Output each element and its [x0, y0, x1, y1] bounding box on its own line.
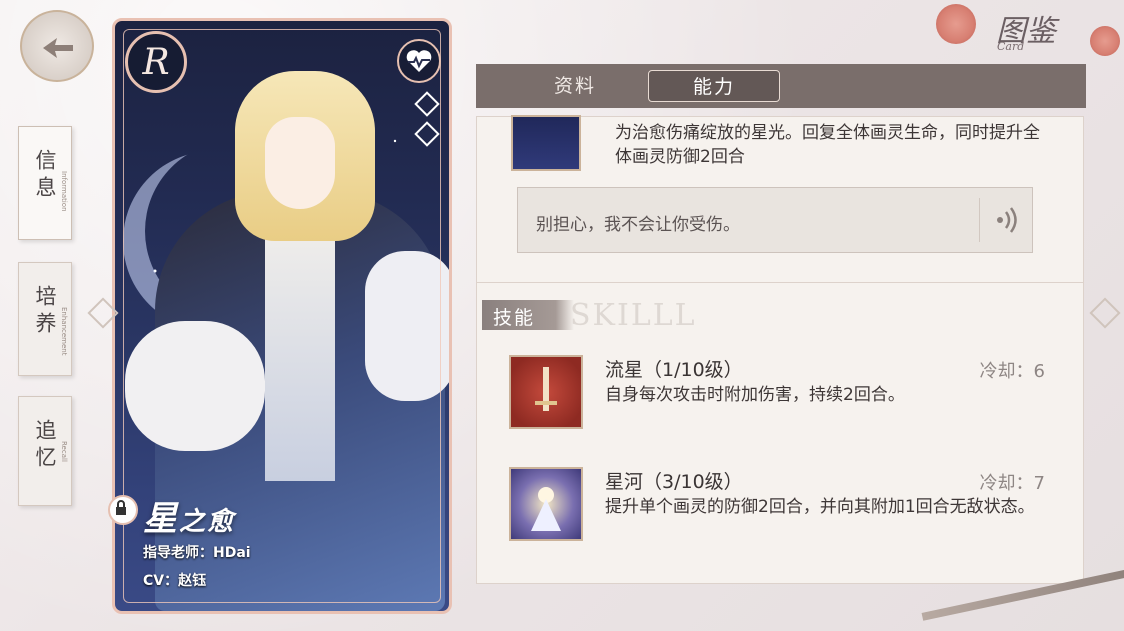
- voice-play-button[interactable]: [979, 198, 1032, 242]
- ultimate-skill-icon: [511, 115, 581, 171]
- back-button[interactable]: [20, 10, 94, 82]
- sidebar-tab-sublabel: Enhancement: [60, 307, 68, 356]
- skill-watermark: SKILLL: [570, 298, 697, 333]
- back-arrow-icon: [43, 38, 73, 58]
- character-sleeve-right: [365, 251, 449, 401]
- rose-decoration: [936, 4, 976, 44]
- skill-desc: 提升单个画灵的防御2回合，并向其附加1回合无敌状态。: [605, 497, 1035, 517]
- tab-profile[interactable]: 资料: [520, 70, 630, 102]
- sidebar-tab-label: 培养: [33, 285, 57, 339]
- character-card[interactable]: R 星之愈 指导老师：HDai CV：赵钰: [112, 18, 452, 614]
- rarity-letter: R: [142, 41, 170, 83]
- sidebar-tab-label: 追忆: [33, 419, 57, 473]
- heart-monitor-icon: [406, 50, 432, 72]
- tab-ability[interactable]: 能力: [648, 70, 780, 102]
- galaxy-skill-icon: [509, 467, 583, 541]
- title-badge: 图鉴 Card: [936, 0, 1124, 72]
- skill-row[interactable]: 流星（1/10级） 冷却：6 自身每次攻击时附加伤害，持续2回合。: [509, 355, 1069, 435]
- character-name-rest: 之愈: [179, 507, 236, 537]
- skill-desc: 自身每次攻击时附加伤害，持续2回合。: [605, 385, 905, 405]
- skill-section-label: 技能: [493, 307, 536, 329]
- skill-cooldown: 冷却：7: [979, 473, 1045, 494]
- skill-cooldown: 冷却：6: [979, 361, 1045, 382]
- character-shirt: [265, 201, 335, 481]
- skill-section-tag: 技能: [482, 300, 574, 330]
- sidebar-tab-sublabel: Information: [60, 171, 68, 212]
- voice-play-icon: [997, 207, 1017, 233]
- skill-row[interactable]: 星河（3/10级） 冷却：7 提升单个画灵的防御2回合，并向其附加1回合无敌状态…: [509, 467, 1069, 547]
- sidebar-tab-label: 信息: [33, 149, 57, 203]
- rarity-badge: R: [125, 31, 187, 93]
- sidebar-tab-enhancement[interactable]: 培养 Enhancement: [18, 262, 72, 376]
- character-name: 星之愈: [143, 491, 235, 540]
- ability-panel: 资料 能力 为治愈伤痛绽放的星光。回复全体画灵生命，同时提升全体画灵防御2回合 …: [476, 64, 1086, 584]
- page-subtitle: Card: [997, 40, 1025, 53]
- ultimate-skill-desc: 为治愈伤痛绽放的星光。回复全体画灵生命，同时提升全体画灵防御2回合: [615, 123, 1040, 167]
- sidebar-tab-sublabel: Recall: [60, 441, 68, 462]
- mentor-credit: 指导老师：HDai: [143, 545, 251, 561]
- skill-name: 流星（1/10级）: [605, 359, 743, 381]
- voice-line-text: 别担心，我不会让你受伤。: [536, 215, 740, 235]
- lock-icon: [116, 500, 126, 515]
- meteor-skill-icon: [509, 355, 583, 429]
- skill-name: 星河（3/10级）: [605, 471, 743, 493]
- character-face: [265, 117, 335, 209]
- character-sleeve-left: [125, 321, 265, 451]
- favorite-button[interactable]: [397, 39, 441, 83]
- sidebar-tab-recall[interactable]: 追忆 Recall: [18, 396, 72, 506]
- tab-bar: 资料 能力: [476, 64, 1086, 108]
- lock-button[interactable]: [108, 495, 138, 525]
- cv-credit: CV：赵钰: [143, 573, 207, 589]
- rose-decoration: [1090, 26, 1120, 56]
- character-name-main: 星: [143, 499, 179, 539]
- voice-line-box[interactable]: 别担心，我不会让你受伤。: [517, 187, 1033, 253]
- sidebar-tab-information[interactable]: 信息 Information: [18, 126, 72, 240]
